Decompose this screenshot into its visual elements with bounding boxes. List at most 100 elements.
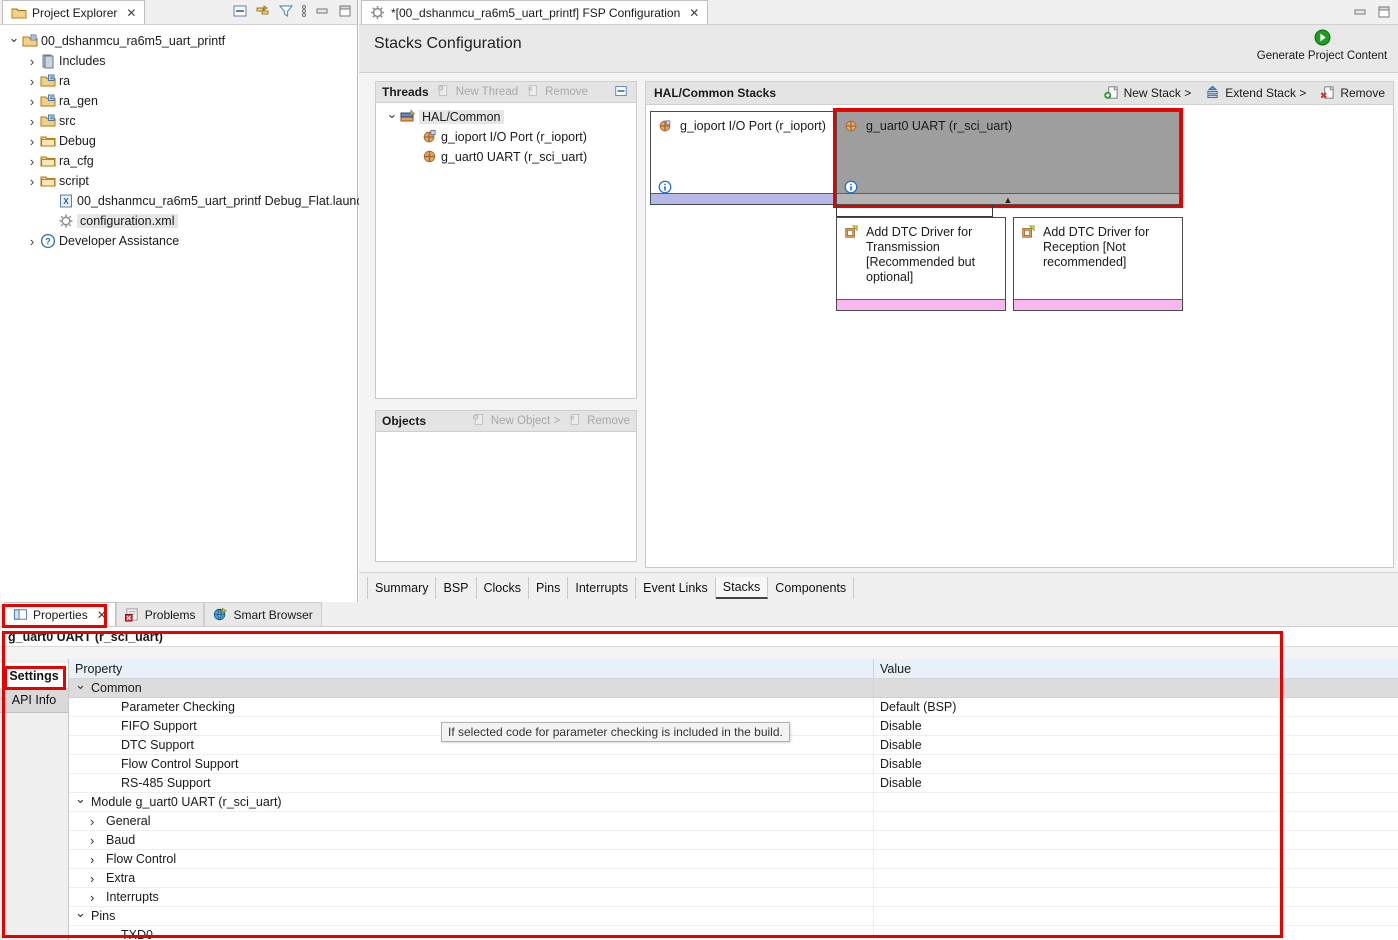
close-icon[interactable]: ✕ [97, 609, 107, 621]
editor-tab-bsp[interactable]: BSP [436, 576, 477, 599]
property-row[interactable]: › Flow Control [69, 850, 1398, 869]
property-value-cell[interactable]: Disable [873, 736, 1398, 754]
property-row[interactable]: › General [69, 812, 1398, 831]
project-tree-item[interactable]: › script [0, 171, 357, 191]
collapse-all-icon[interactable] [232, 3, 248, 19]
stack-box-add-dtc-reception[interactable]: Add DTC Driver for Reception [Not recomm… [1013, 217, 1183, 311]
chevron-right-icon[interactable]: › [24, 94, 40, 109]
project-tree-item[interactable]: › ra [0, 71, 357, 91]
chevron-right-icon[interactable]: › [90, 890, 106, 905]
property-row[interactable]: Flow Control Support Disable [69, 755, 1398, 774]
chevron-right-icon[interactable]: › [24, 154, 40, 169]
threads-tree-item[interactable]: g_ioport I/O Port (r_ioport) [376, 127, 636, 147]
remove-stack-button[interactable]: Remove [1320, 85, 1385, 101]
property-value-cell[interactable] [873, 926, 1398, 940]
remove-object-button[interactable]: Remove [568, 413, 630, 429]
settings-side-tab-api-info[interactable]: API Info [0, 688, 68, 713]
new-thread-button[interactable]: New Thread [437, 84, 518, 100]
project-tree-item[interactable]: › ra_cfg [0, 151, 357, 171]
column-header-property[interactable]: Property [69, 662, 873, 676]
project-tree-item[interactable]: › Debug [0, 131, 357, 151]
project-tree-item[interactable]: configuration.xml [0, 211, 357, 231]
property-value-cell[interactable] [873, 850, 1398, 868]
chevron-right-icon[interactable]: › [90, 814, 106, 829]
editor-tab-event-links[interactable]: Event Links [636, 576, 716, 599]
chevron-down-icon[interactable]: ⌄ [75, 794, 91, 807]
properties-table[interactable]: Property Value ⌄ Common Parameter Checking De… [69, 659, 1398, 940]
threads-tree[interactable]: ⌄ HAL/Common g_ioport I/O Port (r_ioport) g… [376, 103, 636, 167]
stack-box-ioport[interactable]: g_ioport I/O Port (r_ioport) [650, 111, 834, 205]
property-row[interactable]: ⌄ Module g_uart0 UART (r_sci_uart) [69, 793, 1398, 812]
property-row[interactable]: Parameter Checking Default (BSP) [69, 698, 1398, 717]
editor-tab-interrupts[interactable]: Interrupts [568, 576, 637, 599]
chevron-right-icon[interactable]: › [24, 134, 40, 149]
property-value-cell[interactable] [873, 679, 1398, 697]
tab-project-explorer[interactable]: Project Explorer ✕ [2, 0, 146, 24]
property-row[interactable]: ⌄ Common [69, 679, 1398, 698]
bottom-tab-properties[interactable]: Properties ✕ [4, 602, 116, 626]
chevron-down-icon[interactable]: ⌄ [6, 30, 22, 46]
property-value-cell[interactable] [873, 888, 1398, 906]
property-row[interactable]: › Interrupts [69, 888, 1398, 907]
chevron-right-icon[interactable]: › [90, 833, 106, 848]
property-row[interactable]: TXD0 [69, 926, 1398, 940]
new-object-button[interactable]: New Object > [472, 413, 560, 429]
close-icon[interactable]: ✕ [126, 7, 136, 19]
property-value-cell[interactable] [873, 812, 1398, 830]
editor-tab-clocks[interactable]: Clocks [476, 576, 530, 599]
property-value-cell[interactable] [873, 907, 1398, 925]
maximize-icon[interactable] [337, 3, 353, 19]
property-row[interactable]: › Extra [69, 869, 1398, 888]
tab-fsp-configuration[interactable]: *[00_dshanmcu_ra6m5_uart_printf] FSP Con… [361, 0, 709, 24]
project-tree-item[interactable]: ›? Developer Assistance [0, 231, 357, 251]
minimize-icon[interactable] [1352, 4, 1368, 20]
property-value-cell[interactable] [873, 831, 1398, 849]
chevron-right-icon[interactable]: › [24, 114, 40, 129]
close-icon[interactable]: ✕ [689, 7, 699, 19]
chevron-right-icon[interactable]: › [90, 871, 106, 886]
project-tree-item[interactable]: X 00_dshanmcu_ra6m5_uart_printf Debug_Fla… [0, 191, 370, 211]
project-tree-item[interactable]: › src [0, 111, 357, 131]
editor-tab-pins[interactable]: Pins [529, 576, 569, 599]
property-row[interactable]: RS-485 Support Disable [69, 774, 1398, 793]
editor-tab-stacks[interactable]: Stacks [715, 576, 769, 599]
chevron-right-icon[interactable]: › [24, 234, 40, 249]
chevron-right-icon[interactable]: › [24, 74, 40, 89]
project-tree-item[interactable]: ⌄ 00_dshanmcu_ra6m5_uart_printf [0, 30, 357, 51]
property-value-cell[interactable]: Disable [873, 755, 1398, 773]
editor-tab-summary[interactable]: Summary [367, 576, 437, 599]
generate-project-content-button[interactable]: Generate Project Content [1252, 29, 1392, 62]
property-row[interactable]: › Baud [69, 831, 1398, 850]
property-value-cell[interactable] [873, 869, 1398, 887]
remove-thread-button[interactable]: Remove [526, 84, 588, 100]
project-tree-item[interactable]: › Includes [0, 51, 357, 71]
property-row[interactable]: ⌄ Pins [69, 907, 1398, 926]
threads-tree-item[interactable]: ⌄ HAL/Common [376, 106, 636, 127]
property-value-cell[interactable] [873, 793, 1398, 811]
chevron-right-icon[interactable]: › [90, 852, 106, 867]
chevron-down-icon[interactable]: ⌄ [75, 680, 91, 693]
minimize-icon[interactable] [314, 3, 330, 19]
property-value-cell[interactable]: Default (BSP) [873, 698, 1398, 716]
stack-box-add-dtc-transmission[interactable]: Add DTC Driver for Transmission [Recomme… [836, 217, 1006, 311]
collapse-all-icon[interactable] [614, 84, 630, 100]
link-with-editor-icon[interactable] [255, 3, 271, 19]
objects-list[interactable] [375, 432, 637, 562]
property-value-cell[interactable]: Disable [873, 774, 1398, 792]
expand-triangle-icon[interactable]: ▲ [1004, 195, 1013, 205]
chevron-right-icon[interactable]: › [24, 174, 40, 189]
property-value-cell[interactable]: Disable [873, 717, 1398, 735]
editor-tab-components[interactable]: Components [768, 576, 855, 599]
stack-box-uart0[interactable]: g_uart0 UART (r_sci_uart) ▲ [833, 108, 1183, 208]
chevron-right-icon[interactable]: › [24, 54, 40, 69]
column-header-value[interactable]: Value [873, 659, 1398, 678]
filter-icon[interactable] [278, 3, 294, 19]
project-tree-item[interactable]: › ra_gen [0, 91, 357, 111]
bottom-tab-problems[interactable]: Problems [115, 602, 205, 626]
view-menu-icon[interactable] [301, 3, 307, 19]
extend-stack-button[interactable]: Extend Stack > [1205, 85, 1306, 101]
chevron-down-icon[interactable]: ⌄ [75, 908, 91, 921]
bottom-tab-smart-browser[interactable]: Smart Browser [204, 602, 322, 626]
chevron-down-icon[interactable]: ⌄ [384, 106, 400, 122]
project-tree[interactable]: ⌄ 00_dshanmcu_ra6m5_uart_printf › Includes ›… [0, 25, 370, 251]
